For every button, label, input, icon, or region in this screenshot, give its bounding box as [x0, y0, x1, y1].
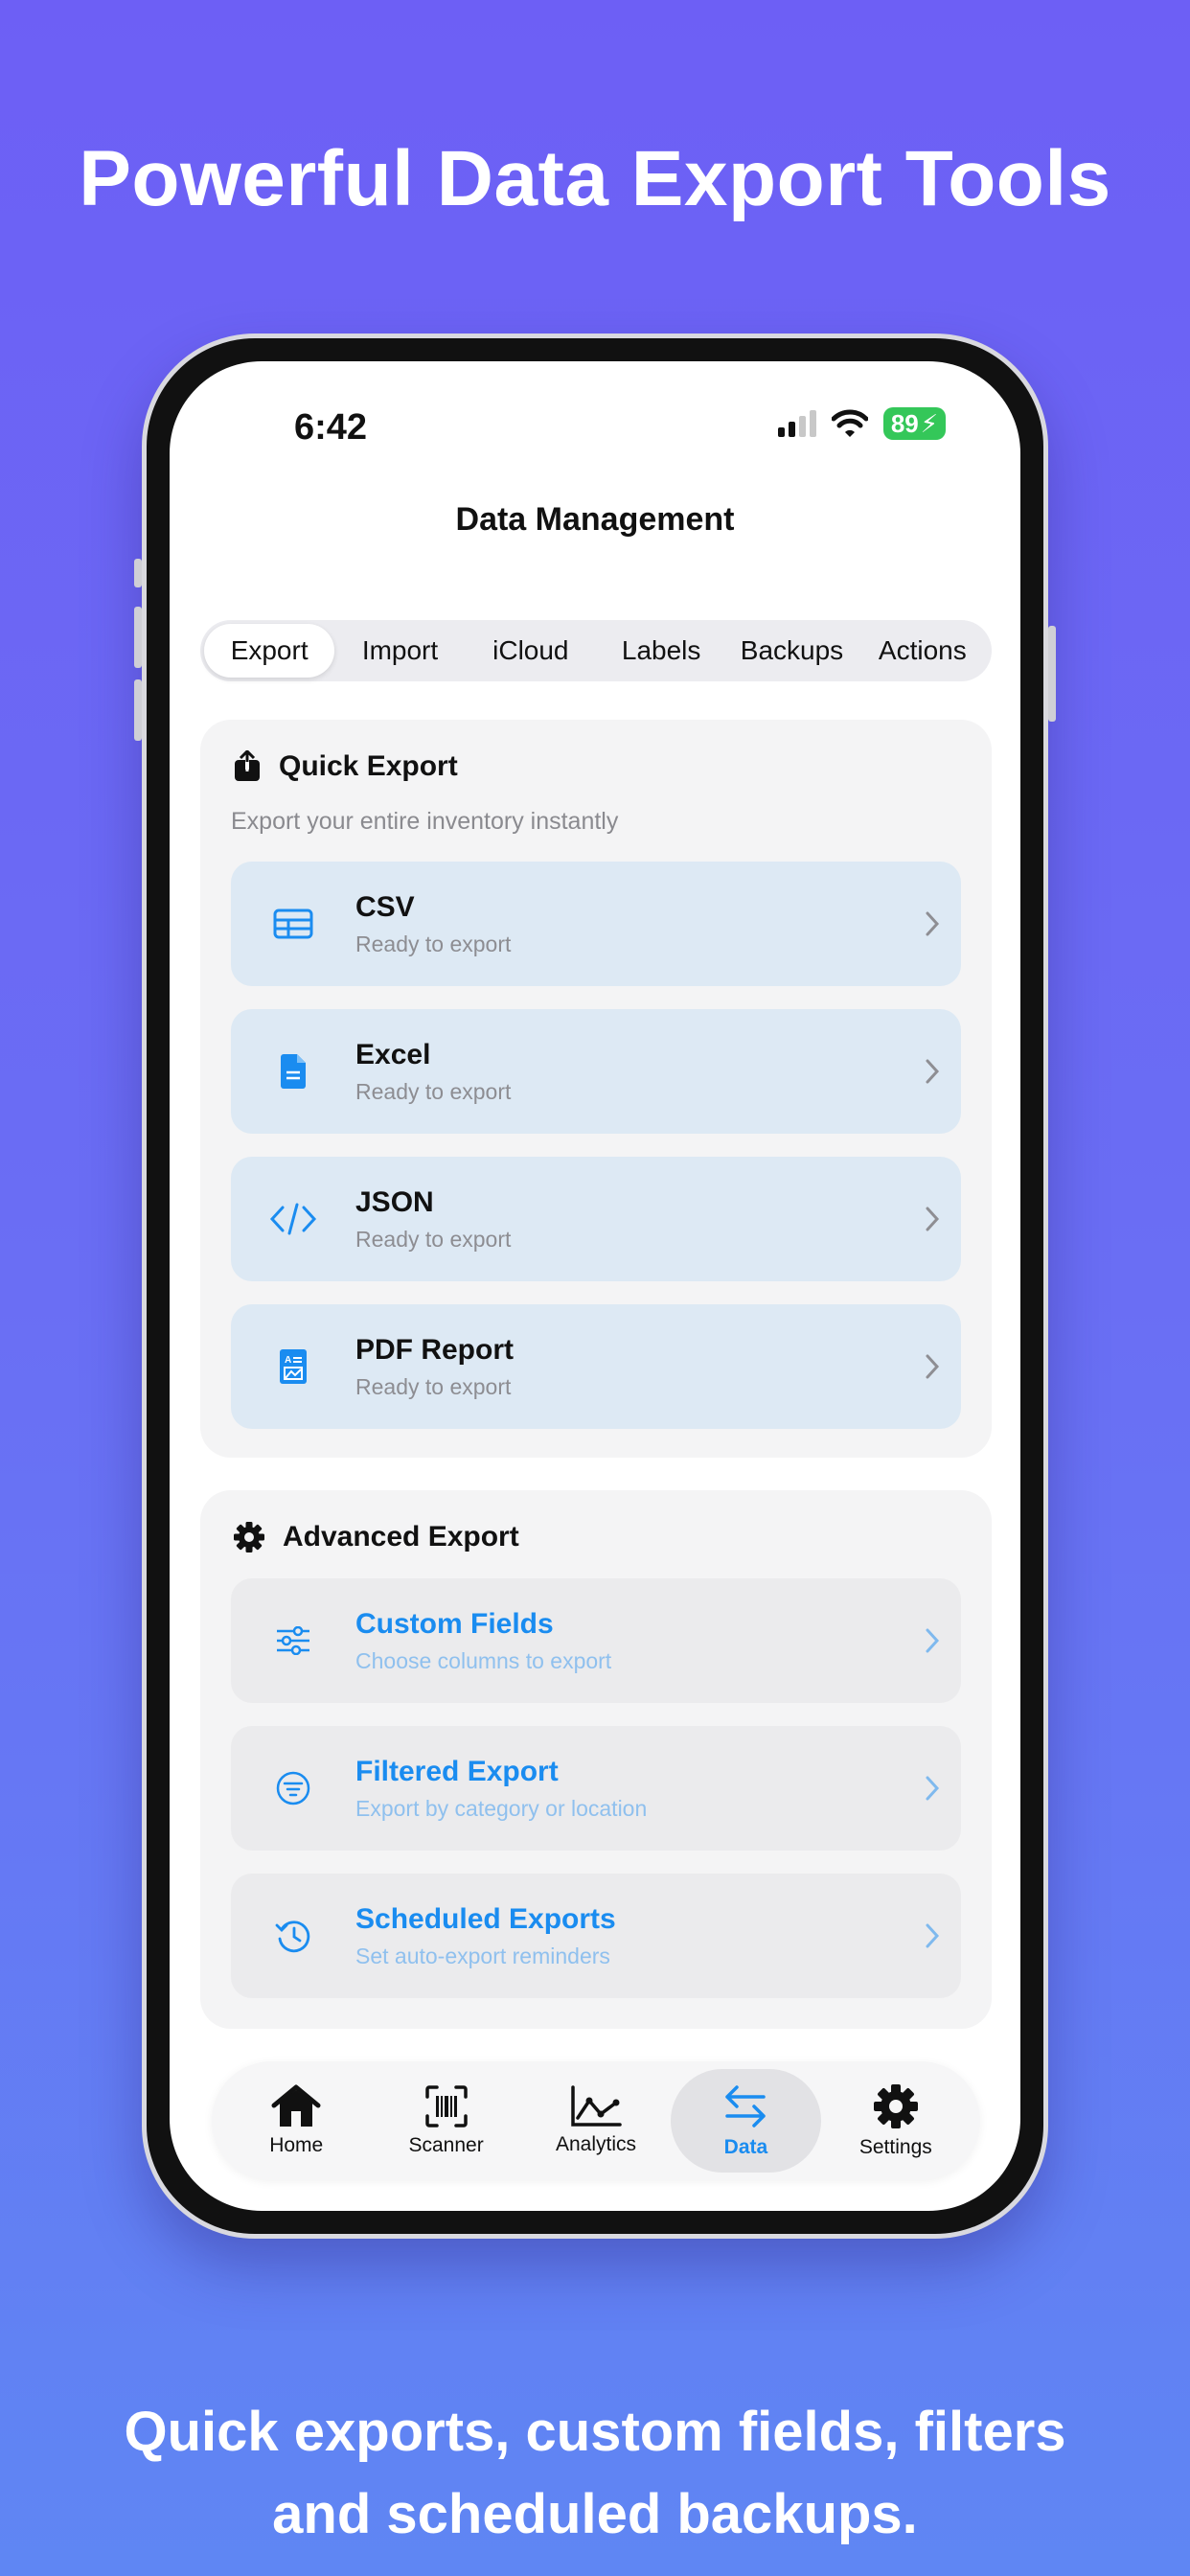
battery-indicator: 89 ⚡	[882, 407, 946, 440]
tab-label: Settings	[858, 2136, 932, 2158]
marketing-subline-line-1: Quick exports, custom fields, filters	[124, 2401, 1066, 2463]
table-icon	[273, 908, 313, 939]
status-time: 6:42	[294, 407, 368, 448]
cellular-signal-icon	[777, 410, 816, 437]
row-status: Ready to export	[355, 1373, 512, 1399]
row-status: Ready to export	[355, 931, 512, 956]
export-csv-row[interactable]: CSV Ready to export	[231, 862, 961, 986]
advanced-export-header: Advanced Export	[233, 1521, 519, 1553]
tab-export[interactable]: Export	[204, 624, 335, 678]
chevron-right-icon	[926, 1776, 940, 1801]
app-screen: 6:42 89 ⚡ Data Management Export Import …	[170, 361, 1020, 2211]
row-status: Ready to export	[355, 1078, 512, 1104]
tab-scanner[interactable]: Scanner	[371, 2069, 520, 2173]
row-subtitle: Choose columns to export	[355, 1647, 612, 1673]
export-pdf-report-row[interactable]: A PDF Report Ready to export	[231, 1304, 961, 1429]
quick-export-title: Quick Export	[279, 750, 458, 782]
tab-home[interactable]: Home	[221, 2069, 371, 2173]
tab-backups[interactable]: Backups	[726, 624, 857, 678]
tab-analytics[interactable]: Analytics	[521, 2069, 671, 2173]
tab-labels[interactable]: Labels	[596, 624, 726, 678]
chevron-right-icon	[926, 1923, 940, 1948]
quick-export-card: Quick Export Export your entire inventor…	[200, 720, 992, 1458]
row-title: Excel	[355, 1038, 431, 1070]
quick-export-header: Quick Export	[233, 750, 458, 783]
report-icon: A	[280, 1349, 307, 1384]
gear-icon	[234, 1522, 264, 1552]
power-button	[1048, 626, 1056, 722]
chart-line-icon	[571, 2085, 622, 2127]
house-icon	[271, 2084, 321, 2127]
status-indicators: 89 ⚡	[777, 407, 946, 440]
quick-export-subtitle: Export your entire inventory instantly	[231, 808, 619, 835]
marketing-subline-line-2: and scheduled backups.	[272, 2483, 918, 2545]
tab-data[interactable]: Data	[671, 2069, 821, 2173]
tab-label: Data	[723, 2136, 768, 2158]
row-subtitle: Set auto-export reminders	[355, 1943, 610, 1968]
row-title: JSON	[355, 1185, 434, 1218]
barcode-scan-icon	[424, 2085, 468, 2128]
row-title: Custom Fields	[355, 1607, 554, 1640]
phone-frame: 6:42 89 ⚡ Data Management Export Import …	[134, 334, 1056, 2239]
tab-actions[interactable]: Actions	[858, 624, 988, 678]
arrows-exchange-icon	[725, 2085, 767, 2128]
battery-level: 89	[890, 408, 919, 438]
tab-label: Scanner	[408, 2134, 484, 2156]
wifi-icon	[831, 409, 868, 437]
marketing-headline: Powerful Data Export Tools	[79, 135, 1111, 222]
scheduled-exports-row[interactable]: Scheduled Exports Set auto-export remind…	[231, 1874, 961, 1998]
row-title: Filtered Export	[355, 1755, 559, 1787]
page-title: Data Management	[455, 501, 735, 538]
row-subtitle: Export by category or location	[355, 1795, 648, 1821]
advanced-export-card: Advanced Export Custom Fields Choose col…	[200, 1490, 992, 2029]
volume-up-button	[134, 607, 142, 668]
export-excel-row[interactable]: Excel Ready to export	[231, 1009, 961, 1134]
tab-import[interactable]: Import	[334, 624, 465, 678]
filter-icon	[276, 1771, 310, 1806]
row-title: PDF Report	[355, 1333, 514, 1366]
code-icon	[269, 1203, 317, 1235]
row-status: Ready to export	[355, 1226, 512, 1252]
chevron-right-icon	[926, 1628, 940, 1653]
custom-fields-row[interactable]: Custom Fields Choose columns to export	[231, 1578, 961, 1703]
clock-history-icon	[275, 1920, 310, 1953]
filtered-export-row[interactable]: Filtered Export Export by category or lo…	[231, 1726, 961, 1851]
tab-label: Analytics	[556, 2133, 637, 2155]
mute-switch	[134, 559, 142, 587]
segmented-control: Export Import iCloud Labels Backups Acti…	[200, 620, 992, 681]
chevron-right-icon	[926, 1207, 940, 1231]
advanced-export-title: Advanced Export	[283, 1521, 519, 1552]
document-icon	[281, 1054, 306, 1089]
export-json-row[interactable]: JSON Ready to export	[231, 1157, 961, 1281]
chevron-right-icon	[926, 1059, 940, 1084]
chevron-right-icon	[926, 1354, 940, 1379]
sliders-icon	[277, 1626, 309, 1655]
charging-bolt-icon: ⚡	[920, 408, 938, 438]
chevron-right-icon	[926, 911, 940, 936]
volume-down-button	[134, 679, 142, 741]
tab-icloud[interactable]: iCloud	[466, 624, 596, 678]
tab-label: Home	[269, 2134, 324, 2156]
marketing-subline: Quick exports, custom fields, filters an…	[0, 2391, 1190, 2556]
svg-text:A: A	[285, 1355, 291, 1366]
share-icon	[235, 750, 260, 781]
gear-icon	[873, 2084, 918, 2128]
row-title: Scheduled Exports	[355, 1902, 616, 1935]
bottom-tab-bar: Home Scanner Analytics Data Settings	[212, 2061, 980, 2180]
row-title: CSV	[355, 890, 415, 923]
tab-settings[interactable]: Settings	[821, 2069, 971, 2173]
